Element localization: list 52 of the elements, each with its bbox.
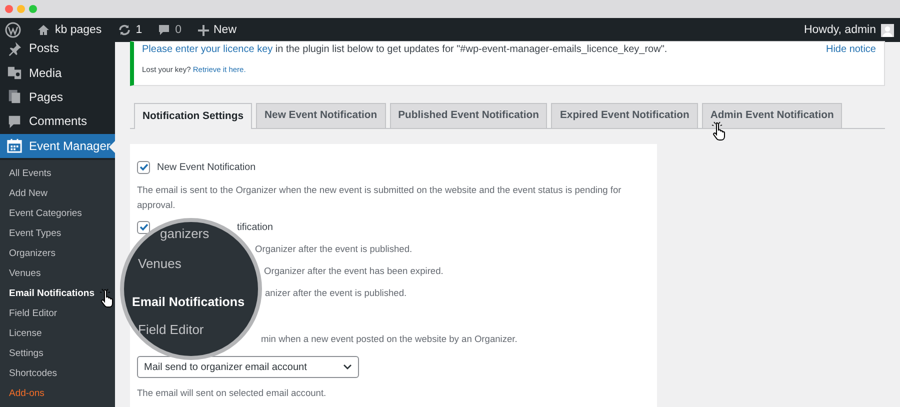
submenu-item[interactable]: Shortcodes — [0, 364, 115, 384]
chevron-down-icon — [343, 364, 352, 370]
refresh-icon[interactable] — [118, 24, 131, 36]
tab[interactable]: New Event Notification — [256, 103, 386, 128]
sidebar-item[interactable]: Pages — [0, 84, 115, 110]
pages-icon — [7, 89, 22, 104]
submenu-item[interactable]: Venues — [0, 264, 115, 284]
greeting-link[interactable]: Howdy, admin — [804, 24, 876, 36]
description-text: min when a new event posted on the website by an Organizer. — [261, 334, 518, 344]
checkbox-label: New Event Notification — [157, 162, 256, 172]
update-count[interactable]: 1 — [136, 24, 142, 36]
sidebar-item[interactable]: Comments — [0, 109, 115, 134]
submenu-item[interactable]: Add-ons — [0, 384, 115, 404]
tab[interactable]: Expired Event Notification — [551, 103, 698, 128]
notice-text: Please enter your licence key in the plugin list below to get updates for "#wp-event-manager-emails_licence_key_row". — [142, 44, 668, 55]
avatar-icon[interactable] — [881, 24, 894, 36]
description-text: Organizer after the event is published. — [255, 244, 412, 254]
plus-icon[interactable] — [198, 24, 208, 36]
submenu-item[interactable]: Settings — [0, 344, 115, 364]
comment-count[interactable]: 0 — [175, 24, 182, 36]
submenu-item[interactable]: Event Categories — [0, 204, 115, 224]
licence-key-link[interactable]: Please enter your licence key — [142, 44, 273, 55]
new-link[interactable]: New — [214, 24, 237, 36]
submenu-item[interactable]: Organizers — [0, 244, 115, 264]
submenu-item[interactable]: Event Types — [0, 224, 115, 244]
wordpress-logo-icon[interactable] — [5, 22, 21, 38]
sidebar-item[interactable]: Event Manager — [0, 134, 115, 158]
submenu-item[interactable]: All Events — [0, 164, 115, 184]
site-name-link[interactable]: kb pages — [55, 24, 102, 36]
pin-icon — [7, 40, 22, 56]
sidebar-item[interactable]: Posts — [0, 36, 115, 60]
calendar-icon — [7, 138, 22, 154]
hand-cursor-icon — [711, 121, 727, 141]
submenu-item[interactable]: License — [0, 324, 115, 344]
submenu-item[interactable]: Field Editor — [0, 304, 115, 324]
checkbox-label: tification — [237, 222, 273, 232]
hide-notice-link[interactable]: Hide notice — [826, 44, 876, 85]
tab[interactable]: Notification Settings — [134, 103, 252, 129]
description-text: The email will sent on selected email account. — [137, 387, 328, 400]
description-text: The email is sent to the Organizer when the new event is submitted on the website and the event status is pending for approval. — [137, 184, 622, 212]
checkbox[interactable] — [137, 160, 150, 174]
speech-bubble-icon[interactable] — [158, 24, 170, 36]
home-icon[interactable] — [37, 24, 50, 36]
tab[interactable]: Published Event Notification — [390, 103, 548, 128]
media-icon — [7, 65, 22, 80]
submenu-item[interactable]: Add New — [0, 184, 115, 204]
tab[interactable]: Admin Event Notification — [702, 103, 842, 128]
hand-cursor-icon — [99, 288, 115, 308]
speech-bubble-icon — [7, 114, 22, 129]
description-text: anizer after the event is published. — [265, 288, 407, 298]
sidebar-item[interactable]: Media — [0, 60, 115, 85]
description-text: Organizer after the event has been expired. — [264, 266, 444, 276]
